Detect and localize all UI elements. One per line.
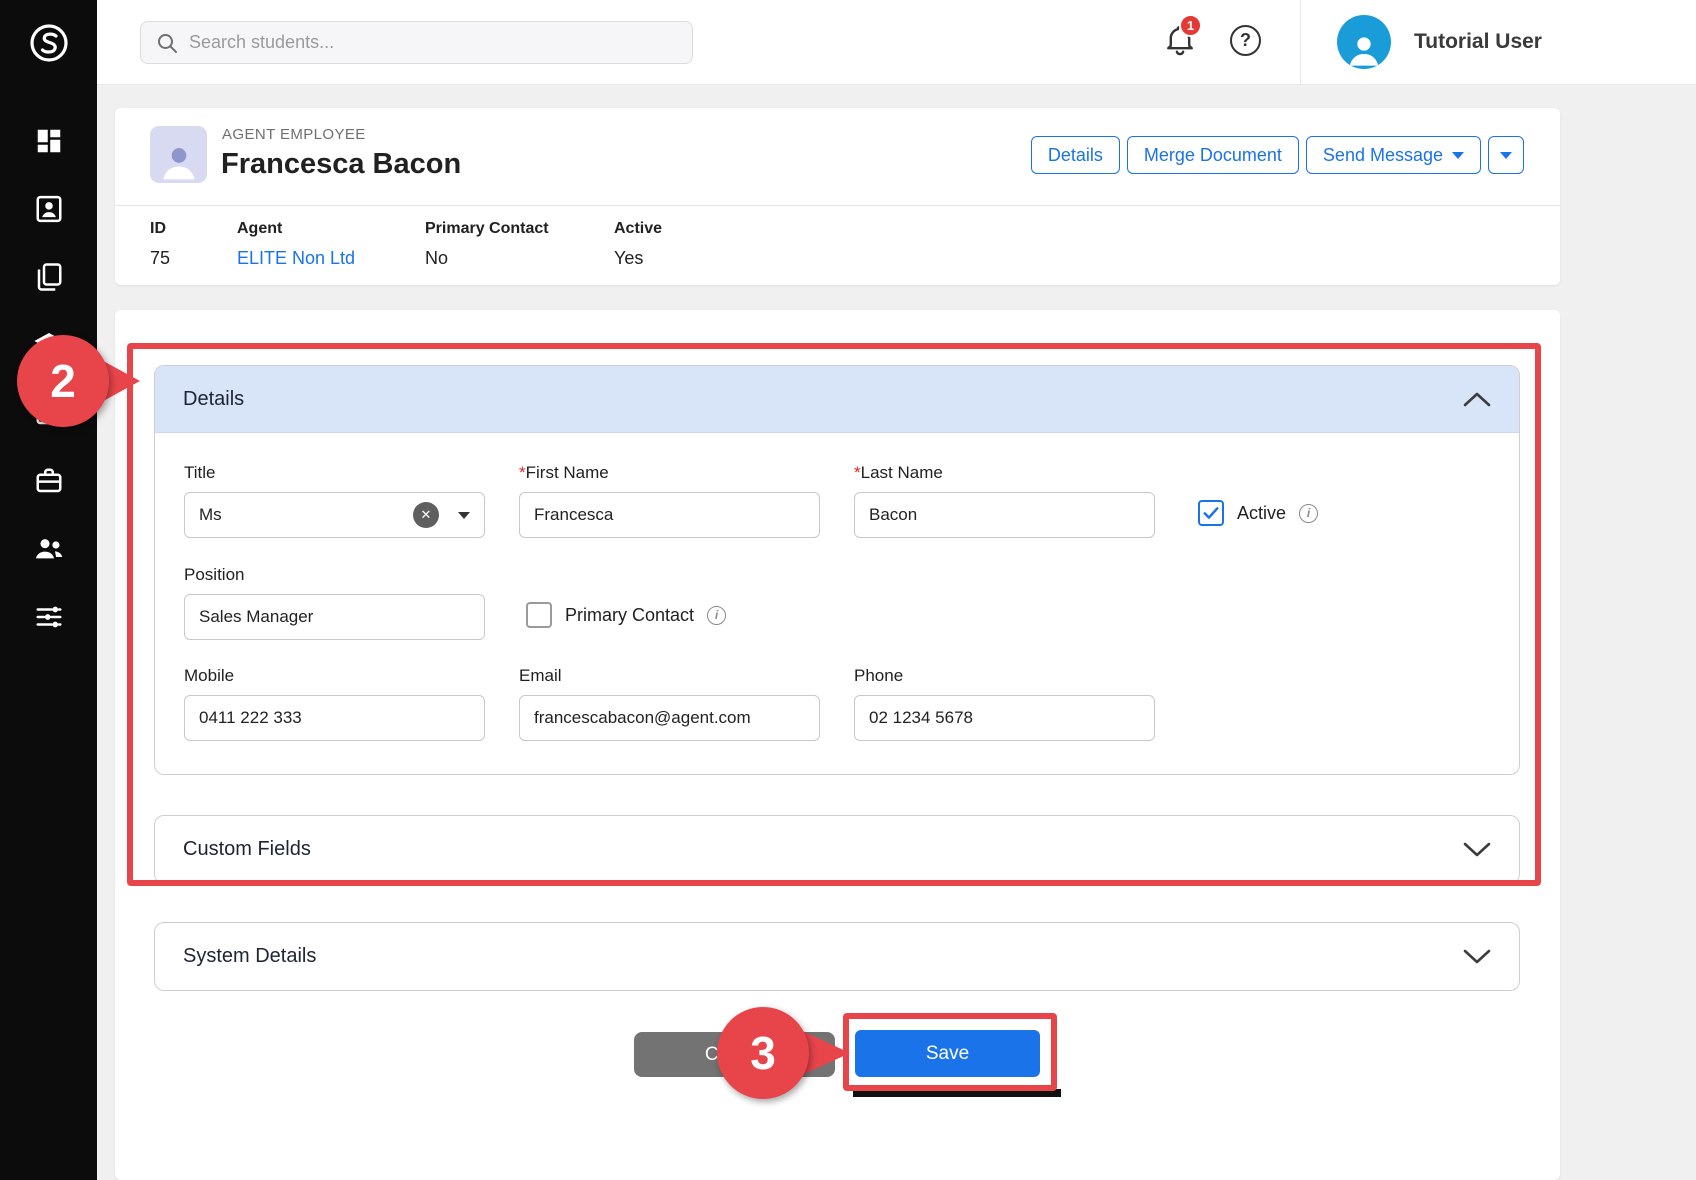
notification-badge: 1	[1179, 14, 1202, 37]
sidebar-item-dashboard[interactable]	[0, 117, 97, 165]
question-mark-icon: ?	[1240, 30, 1251, 51]
people-icon	[33, 533, 65, 565]
active-label: Active	[614, 220, 662, 238]
annotation-box-step2	[127, 343, 1541, 886]
info-active: Active Yes	[614, 220, 662, 269]
dashboard-icon	[34, 126, 64, 156]
search-icon	[155, 31, 179, 55]
sliders-icon	[34, 602, 64, 632]
sidebar-item-briefcase[interactable]	[0, 457, 97, 505]
user-avatar-icon	[1337, 15, 1391, 69]
details-button-label: Details	[1048, 145, 1103, 166]
search-input[interactable]	[189, 32, 678, 53]
details-button[interactable]: Details	[1031, 136, 1120, 174]
info-agent: Agent ELITE Non Ltd	[237, 220, 355, 269]
annotation-step-3-badge: 3	[717, 1007, 809, 1099]
contact-card-icon	[34, 194, 64, 224]
documents-icon	[34, 262, 64, 292]
briefcase-icon	[34, 466, 64, 496]
topbar: 1 ? Tutorial User	[97, 0, 1696, 85]
agent-label: Agent	[237, 220, 355, 238]
user-menu[interactable]: Tutorial User	[1337, 15, 1542, 69]
more-actions-button[interactable]	[1488, 136, 1524, 174]
header-actions: Details Merge Document Send Message	[1031, 136, 1524, 174]
topbar-divider	[1300, 0, 1301, 85]
annotation-box-step3	[843, 1013, 1057, 1091]
record-avatar-icon	[150, 126, 207, 183]
screen: 1 ? Tutorial User AGENT EMPLOYEE Frances…	[0, 0, 1696, 1180]
sidebar	[0, 0, 97, 1180]
chevron-down-icon[interactable]	[1463, 949, 1491, 965]
user-name: Tutorial User	[1414, 30, 1542, 54]
id-value: 75	[150, 248, 170, 269]
primary-contact-label: Primary Contact	[425, 220, 549, 238]
agent-link[interactable]: ELITE Non Ltd	[237, 248, 355, 269]
page-title: Francesca Bacon	[221, 148, 461, 181]
info-primary-contact: Primary Contact No	[425, 220, 549, 269]
sidebar-item-staff[interactable]	[0, 525, 97, 573]
send-message-button-label: Send Message	[1323, 145, 1443, 166]
system-details-title: System Details	[183, 945, 316, 968]
record-header-card: AGENT EMPLOYEE Francesca Bacon Details M…	[115, 108, 1560, 285]
chevron-down-icon	[1452, 152, 1464, 159]
header-divider	[115, 205, 1560, 206]
chevron-down-icon	[1500, 152, 1512, 159]
sidebar-item-documents[interactable]	[0, 253, 97, 301]
help-button[interactable]: ?	[1230, 25, 1261, 56]
sidebar-item-settings[interactable]	[0, 593, 97, 641]
entity-type-label: AGENT EMPLOYEE	[222, 126, 366, 143]
search-box	[140, 21, 693, 64]
annotation-step-2-badge: 2	[17, 335, 109, 427]
sidebar-item-contacts[interactable]	[0, 185, 97, 233]
app-logo-icon	[25, 19, 73, 67]
merge-document-button[interactable]: Merge Document	[1127, 136, 1299, 174]
system-details-panel[interactable]: System Details	[154, 922, 1520, 991]
primary-contact-value: No	[425, 248, 549, 269]
id-label: ID	[150, 220, 170, 238]
merge-document-button-label: Merge Document	[1144, 145, 1282, 166]
app-logo[interactable]	[0, 0, 97, 85]
active-value: Yes	[614, 248, 662, 269]
info-id: ID 75	[150, 220, 170, 269]
notifications-button[interactable]: 1	[1163, 22, 1203, 66]
send-message-button[interactable]: Send Message	[1306, 136, 1481, 174]
